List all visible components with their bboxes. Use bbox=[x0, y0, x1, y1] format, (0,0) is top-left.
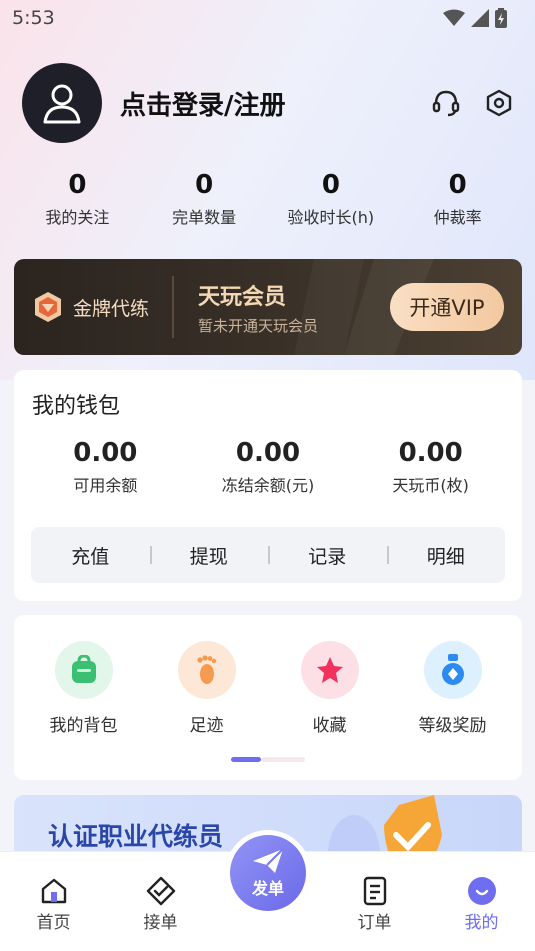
nav-label: 订单 bbox=[357, 913, 392, 933]
page-indicator bbox=[231, 757, 305, 762]
available-balance[interactable]: 0.00 可用余额 bbox=[30, 438, 180, 496]
nav-take-orders[interactable]: 接单 bbox=[107, 852, 214, 951]
details-button[interactable]: 明细 bbox=[386, 542, 506, 569]
signal-icon bbox=[471, 9, 489, 27]
certification-title: 认证职业代练员 bbox=[48, 822, 224, 851]
user-icon bbox=[43, 84, 81, 124]
publish-label: 发单 bbox=[251, 879, 284, 898]
tool-level-rewards[interactable]: 等级奖励 bbox=[398, 641, 508, 736]
stat-completed-orders[interactable]: 0 完单数量 bbox=[144, 168, 264, 232]
wifi-icon bbox=[443, 9, 465, 26]
status-icons bbox=[443, 8, 507, 28]
stat-value: 0 bbox=[321, 170, 340, 200]
customer-service-icon[interactable] bbox=[431, 88, 461, 118]
publish-order-button[interactable]: 发单 bbox=[225, 830, 311, 916]
withdraw-button[interactable]: 提现 bbox=[149, 542, 269, 569]
wallet-actions: 充值 提现 记录 明细 bbox=[31, 527, 505, 583]
status-time: 5:53 bbox=[12, 7, 55, 29]
tools-grid: 我的背包 足迹 收藏 等级奖励 bbox=[14, 641, 522, 736]
nav-label: 首页 bbox=[36, 913, 71, 933]
stat-label: 完单数量 bbox=[172, 208, 237, 227]
stat-value: 0 bbox=[68, 170, 87, 200]
footprint-icon bbox=[177, 641, 236, 699]
amount-label: 天玩币(枚) bbox=[392, 476, 469, 495]
nav-orders[interactable]: 订单 bbox=[321, 852, 428, 951]
battery-icon bbox=[495, 8, 507, 28]
coin-balance[interactable]: 0.00 天玩币(枚) bbox=[356, 438, 506, 496]
check-diamond-icon bbox=[146, 876, 176, 906]
backpack-icon bbox=[54, 641, 113, 699]
wallet-card: 我的钱包 0.00 可用余额 0.00 冻结余额(元) 0.00 天玩币(枚) … bbox=[14, 370, 522, 601]
tool-label: 我的背包 bbox=[49, 716, 118, 736]
stat-arbitration-rate[interactable]: 0 仲裁率 bbox=[398, 168, 518, 232]
stat-following[interactable]: 0 我的关注 bbox=[17, 168, 137, 232]
amount-label: 冻结余额(元) bbox=[221, 476, 315, 495]
frozen-balance[interactable]: 0.00 冻结余额(元) bbox=[193, 438, 343, 496]
smile-icon bbox=[467, 876, 497, 906]
tool-label: 收藏 bbox=[312, 716, 347, 736]
vip-decoration bbox=[294, 259, 434, 355]
login-register-link[interactable]: 点击登录/注册 bbox=[120, 85, 431, 122]
stat-label: 验收时长(h) bbox=[287, 208, 375, 227]
amount-label: 可用余额 bbox=[73, 476, 138, 495]
amount-value: 0.00 bbox=[235, 438, 301, 468]
publish-order-inner: 发单 bbox=[230, 835, 306, 911]
nav-label: 接单 bbox=[143, 913, 178, 933]
wallet-amounts: 0.00 可用余额 0.00 冻结余额(元) 0.00 天玩币(枚) bbox=[24, 438, 512, 496]
records-button[interactable]: 记录 bbox=[268, 542, 387, 569]
nav-home[interactable]: 首页 bbox=[0, 852, 107, 951]
tool-label: 足迹 bbox=[189, 716, 224, 736]
tool-footprint[interactable]: 足迹 bbox=[152, 641, 262, 736]
stat-value: 0 bbox=[195, 170, 214, 200]
tools-card: 我的背包 足迹 收藏 等级奖励 bbox=[14, 615, 522, 780]
top-icons bbox=[431, 88, 513, 118]
tool-label: 等级奖励 bbox=[418, 716, 487, 736]
tool-favorites[interactable]: 收藏 bbox=[275, 641, 385, 736]
amount-value: 0.00 bbox=[398, 438, 463, 468]
status-bar: 5:53 bbox=[0, 0, 535, 36]
medal-icon bbox=[423, 641, 482, 699]
settings-icon[interactable] bbox=[485, 89, 513, 117]
home-icon bbox=[39, 876, 69, 906]
stat-label: 我的关注 bbox=[45, 208, 110, 227]
order-list-icon bbox=[360, 876, 390, 906]
amount-value: 0.00 bbox=[73, 438, 138, 468]
nav-mine[interactable]: 我的 bbox=[428, 852, 535, 951]
nav-label: 我的 bbox=[464, 913, 499, 933]
wallet-title: 我的钱包 bbox=[32, 394, 121, 419]
stat-value: 0 bbox=[448, 170, 467, 200]
page-indicator-inactive bbox=[261, 757, 305, 762]
stat-acceptance-time[interactable]: 0 验收时长(h) bbox=[271, 168, 391, 232]
paper-plane-icon bbox=[253, 848, 284, 873]
vip-card[interactable]: 金牌代练 天玩会员 暂未开通天玩会员 开通VIP bbox=[14, 259, 522, 355]
profile-header: 点击登录/注册 bbox=[22, 62, 513, 144]
tool-backpack[interactable]: 我的背包 bbox=[29, 641, 139, 736]
star-icon bbox=[300, 641, 359, 699]
recharge-button[interactable]: 充值 bbox=[31, 542, 150, 569]
avatar[interactable] bbox=[22, 63, 102, 143]
page-indicator-active bbox=[231, 757, 261, 762]
stat-label: 仲裁率 bbox=[433, 208, 482, 227]
stats-row: 0 我的关注 0 完单数量 0 验收时长(h) 0 仲裁率 bbox=[14, 168, 521, 232]
